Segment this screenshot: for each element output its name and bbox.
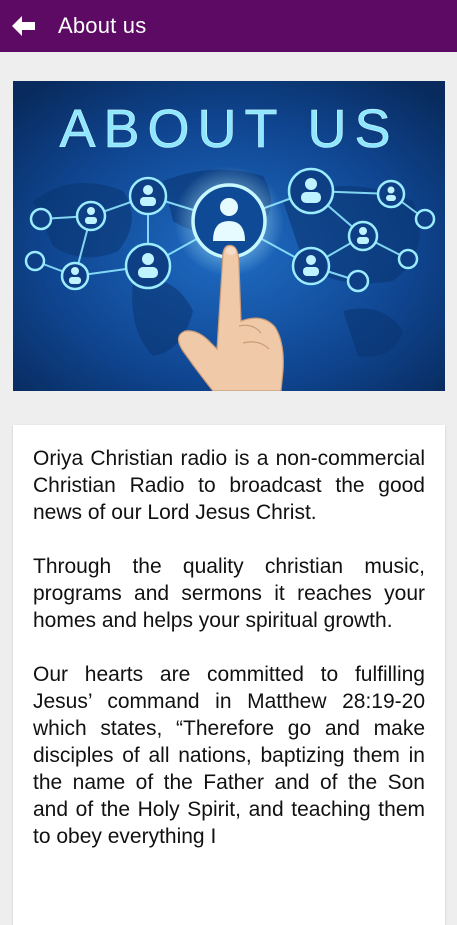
app-bar: About us: [0, 0, 457, 52]
about-paragraph-3: Our hearts are committed to fulfilling J…: [33, 663, 425, 848]
about-us-text: Oriya Christian radio is a non-commercia…: [13, 425, 445, 850]
back-button[interactable]: [2, 0, 46, 52]
about-paragraph-2: Through the quality christian music, pro…: [33, 555, 425, 632]
about-us-banner-image: ABOUT US: [13, 81, 445, 391]
page-title: About us: [58, 13, 147, 38]
arrow-left-icon: [12, 16, 35, 36]
about-us-card: Oriya Christian radio is a non-commercia…: [13, 425, 445, 925]
banner-heading: ABOUT US: [59, 99, 398, 159]
about-paragraph-1: Oriya Christian radio is a non-commercia…: [33, 447, 425, 524]
